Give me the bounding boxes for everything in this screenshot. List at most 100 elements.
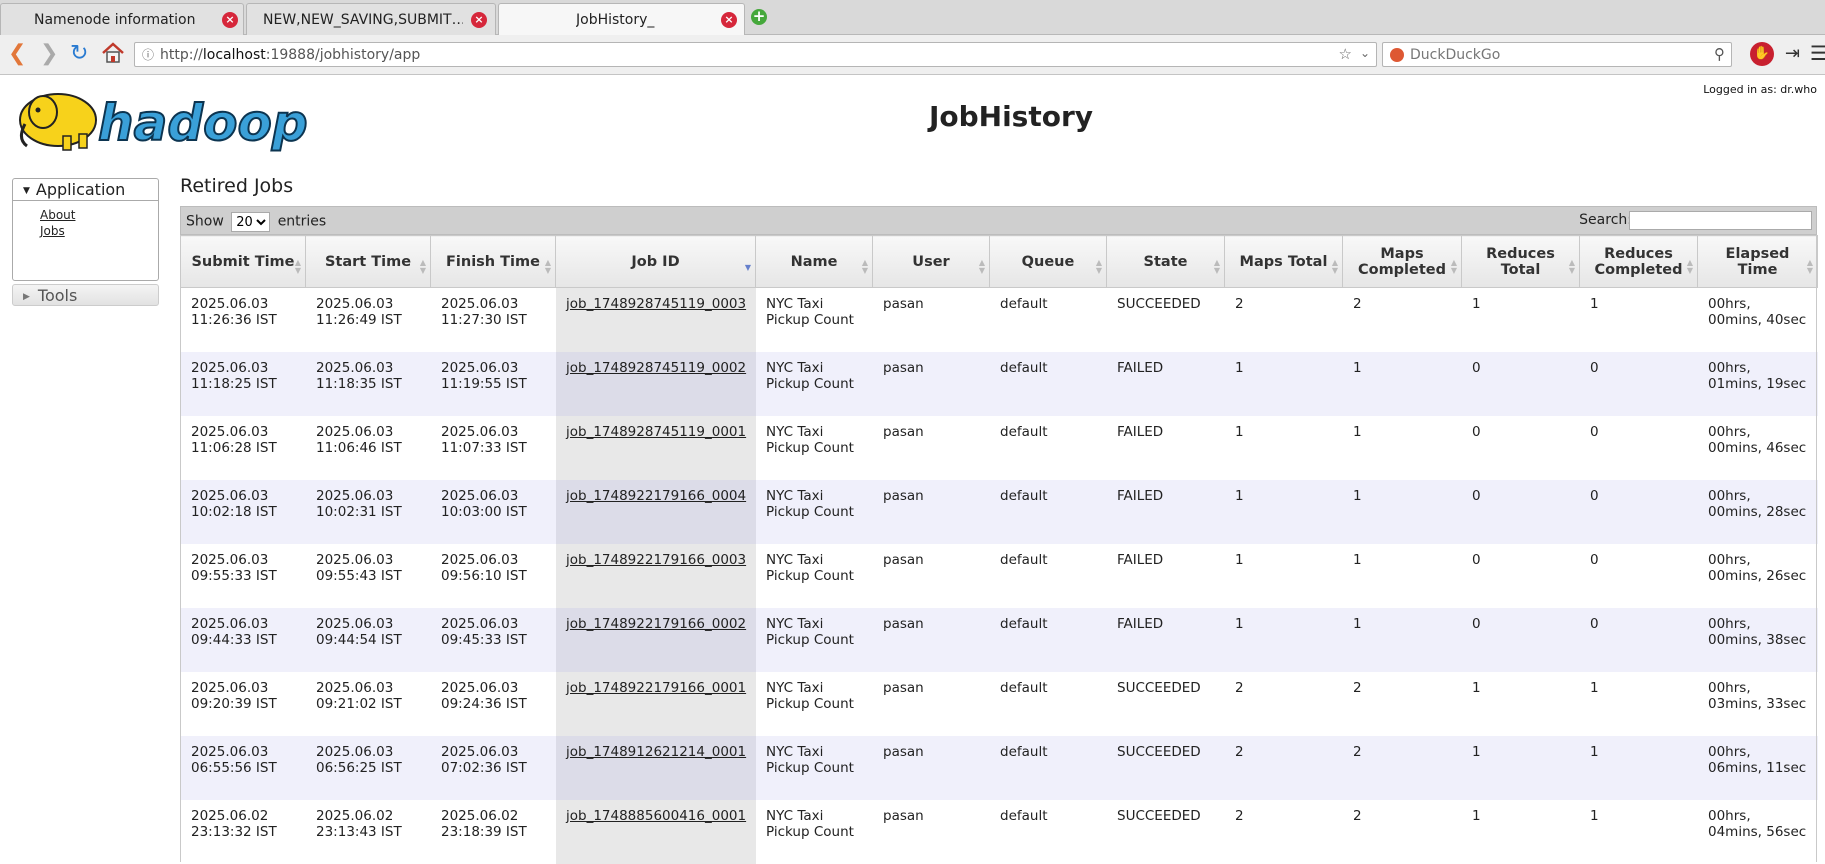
column-header[interactable]: Submit Time ▲ ▼ [180, 235, 306, 288]
reduces-completed-cell: 1 [1579, 735, 1698, 800]
reload-icon[interactable]: ↻ [70, 43, 88, 65]
search-label: Search: [1579, 212, 1632, 228]
job-name-cell: NYC Taxi Pickup Count [755, 799, 873, 864]
job-id-link[interactable]: job_1748928745119_0001 [566, 424, 746, 440]
sidebar-toggle-icon[interactable]: ⇥ [1785, 43, 1800, 64]
column-header[interactable]: Queue ▲ ▼ [989, 235, 1107, 288]
job-id-link[interactable]: job_1748922179166_0003 [566, 552, 746, 568]
back-icon[interactable]: ❮ [8, 43, 26, 65]
table-row: 2025.06.03 10:02:18 IST 2025.06.03 10:02:… [180, 479, 1818, 544]
url-history-dropdown-icon[interactable]: ⌄ [1360, 46, 1370, 60]
maps-total-cell: 2 [1224, 287, 1343, 352]
table-row: 2025.06.03 11:18:25 IST 2025.06.03 11:18:… [180, 351, 1818, 416]
job-id-link[interactable]: job_1748922179166_0002 [566, 616, 746, 632]
job-id-link[interactable]: job_1748928745119_0003 [566, 296, 746, 312]
adblock-icon[interactable]: ✋ [1750, 42, 1774, 66]
column-header[interactable]: Job ID ▼ [555, 235, 756, 288]
site-info-icon[interactable]: ⓘ [142, 46, 154, 63]
forward-icon[interactable]: ❯ [40, 43, 58, 65]
browser-navigation-bar: ❮ ❯ ↻ ⓘ http://localhost:19888/jobhistor… [0, 35, 1825, 75]
sort-arrows-icon: ▲ ▼ [1095, 258, 1102, 275]
table-toolbar: Show 20 entries Search: [180, 206, 1817, 235]
elapsed-time-cell: 00hrs, 03mins, 33sec [1697, 671, 1818, 736]
bookmark-star-icon[interactable]: ☆ [1339, 45, 1352, 63]
job-id-link[interactable]: job_1748922179166_0004 [566, 488, 746, 504]
elapsed-time-cell: 00hrs, 04mins, 56sec [1697, 799, 1818, 864]
column-header[interactable]: Maps Total ▲ ▼ [1224, 235, 1343, 288]
job-id-link[interactable]: job_1748928745119_0002 [566, 360, 746, 376]
maps-completed-cell: 1 [1342, 479, 1462, 544]
nav-link-jobs[interactable]: Jobs [40, 223, 158, 239]
search-input[interactable] [1629, 211, 1812, 230]
home-icon[interactable] [101, 42, 125, 69]
start-time-cell: 2025.06.03 11:26:49 IST [305, 287, 431, 352]
user-cell: pasan [872, 543, 990, 608]
search-icon[interactable]: ⚲ [1714, 45, 1725, 63]
nav-link-about[interactable]: About [40, 207, 158, 223]
elapsed-time-cell: 00hrs, 00mins, 40sec [1697, 287, 1818, 352]
tab-jobhistory[interactable]: JobHistory_ × [498, 3, 745, 36]
address-bar[interactable]: ⓘ http://localhost:19888/jobhistory/app … [134, 42, 1377, 67]
table-row: 2025.06.03 09:20:39 IST 2025.06.03 09:21:… [180, 671, 1818, 736]
reduces-completed-cell: 0 [1579, 607, 1698, 672]
close-tab-icon[interactable]: × [721, 12, 737, 28]
reduces-total-cell: 0 [1461, 607, 1580, 672]
page-size-select[interactable]: 20 [231, 212, 271, 232]
entries-label: entries [277, 213, 327, 230]
submit-time-cell: 2025.06.03 09:55:33 IST [180, 543, 306, 608]
column-header[interactable]: Start Time ▲ ▼ [305, 235, 431, 288]
column-header[interactable]: Name ▲ ▼ [755, 235, 873, 288]
sort-descending-icon: ▼ [744, 263, 751, 272]
finish-time-cell: 2025.06.03 10:03:00 IST [430, 479, 556, 544]
tools-section-header[interactable]: ▶ Tools [12, 284, 159, 306]
job-name-cell: NYC Taxi Pickup Count [755, 735, 873, 800]
maps-total-cell: 2 [1224, 671, 1343, 736]
menu-icon[interactable]: ☰ [1810, 41, 1825, 65]
column-header[interactable]: User ▲ ▼ [872, 235, 990, 288]
reduces-total-cell: 0 [1461, 543, 1580, 608]
search-bar[interactable]: DuckDuckGo ⚲ [1382, 42, 1732, 67]
column-header[interactable]: Maps Completed ▲ ▼ [1342, 235, 1462, 288]
close-tab-icon[interactable]: × [222, 12, 238, 28]
search-placeholder: DuckDuckGo [1410, 47, 1501, 63]
submit-time-cell: 2025.06.03 10:02:18 IST [180, 479, 306, 544]
tab-namenode-information[interactable]: Namenode information × [0, 3, 244, 35]
maps-total-cell: 1 [1224, 543, 1343, 608]
close-tab-icon[interactable]: × [471, 12, 487, 28]
maps-total-cell: 1 [1224, 351, 1343, 416]
column-header[interactable]: Finish Time ▲ ▼ [430, 235, 556, 288]
job-id-cell: job_1748912621214_0001 [555, 735, 756, 800]
application-section-header[interactable]: ▼ Application [13, 179, 158, 201]
submit-time-cell: 2025.06.03 09:20:39 IST [180, 671, 306, 736]
maps-total-cell: 1 [1224, 415, 1343, 480]
column-header[interactable]: Elapsed Time ▲ ▼ [1697, 235, 1818, 288]
section-title: Retired Jobs [180, 175, 294, 197]
job-id-link[interactable]: job_1748885600416_0001 [566, 808, 746, 824]
start-time-cell: 2025.06.03 06:56:25 IST [305, 735, 431, 800]
job-name-cell: NYC Taxi Pickup Count [755, 671, 873, 736]
elapsed-time-cell: 00hrs, 00mins, 26sec [1697, 543, 1818, 608]
state-cell: FAILED [1106, 351, 1225, 416]
column-header[interactable]: Reduces Total ▲ ▼ [1461, 235, 1580, 288]
job-name-cell: NYC Taxi Pickup Count [755, 479, 873, 544]
url-text: http://localhost:19888/jobhistory/app [160, 47, 421, 63]
reduces-completed-cell: 1 [1579, 671, 1698, 736]
application-links: About Jobs [13, 201, 158, 239]
sort-arrows-icon: ▲ ▼ [1450, 258, 1457, 275]
sort-arrows-icon: ▲ ▼ [861, 258, 868, 275]
column-header[interactable]: Reduces Completed ▲ ▼ [1579, 235, 1698, 288]
submit-time-cell: 2025.06.03 11:18:25 IST [180, 351, 306, 416]
reduces-total-cell: 0 [1461, 415, 1580, 480]
column-header[interactable]: State ▲ ▼ [1106, 235, 1225, 288]
reduces-total-cell: 0 [1461, 351, 1580, 416]
table-border-left [180, 235, 181, 862]
maps-completed-cell: 2 [1342, 287, 1462, 352]
submit-time-cell: 2025.06.03 06:55:56 IST [180, 735, 306, 800]
job-id-link[interactable]: job_1748912621214_0001 [566, 744, 746, 760]
new-tab-icon[interactable]: + [751, 9, 767, 25]
job-id-link[interactable]: job_1748922179166_0001 [566, 680, 746, 696]
state-cell: SUCCEEDED [1106, 799, 1225, 864]
finish-time-cell: 2025.06.03 09:45:33 IST [430, 607, 556, 672]
tab-apps-list[interactable]: NEW,NEW_SAVING,SUBMIT… × [246, 3, 496, 35]
maps-completed-cell: 2 [1342, 735, 1462, 800]
